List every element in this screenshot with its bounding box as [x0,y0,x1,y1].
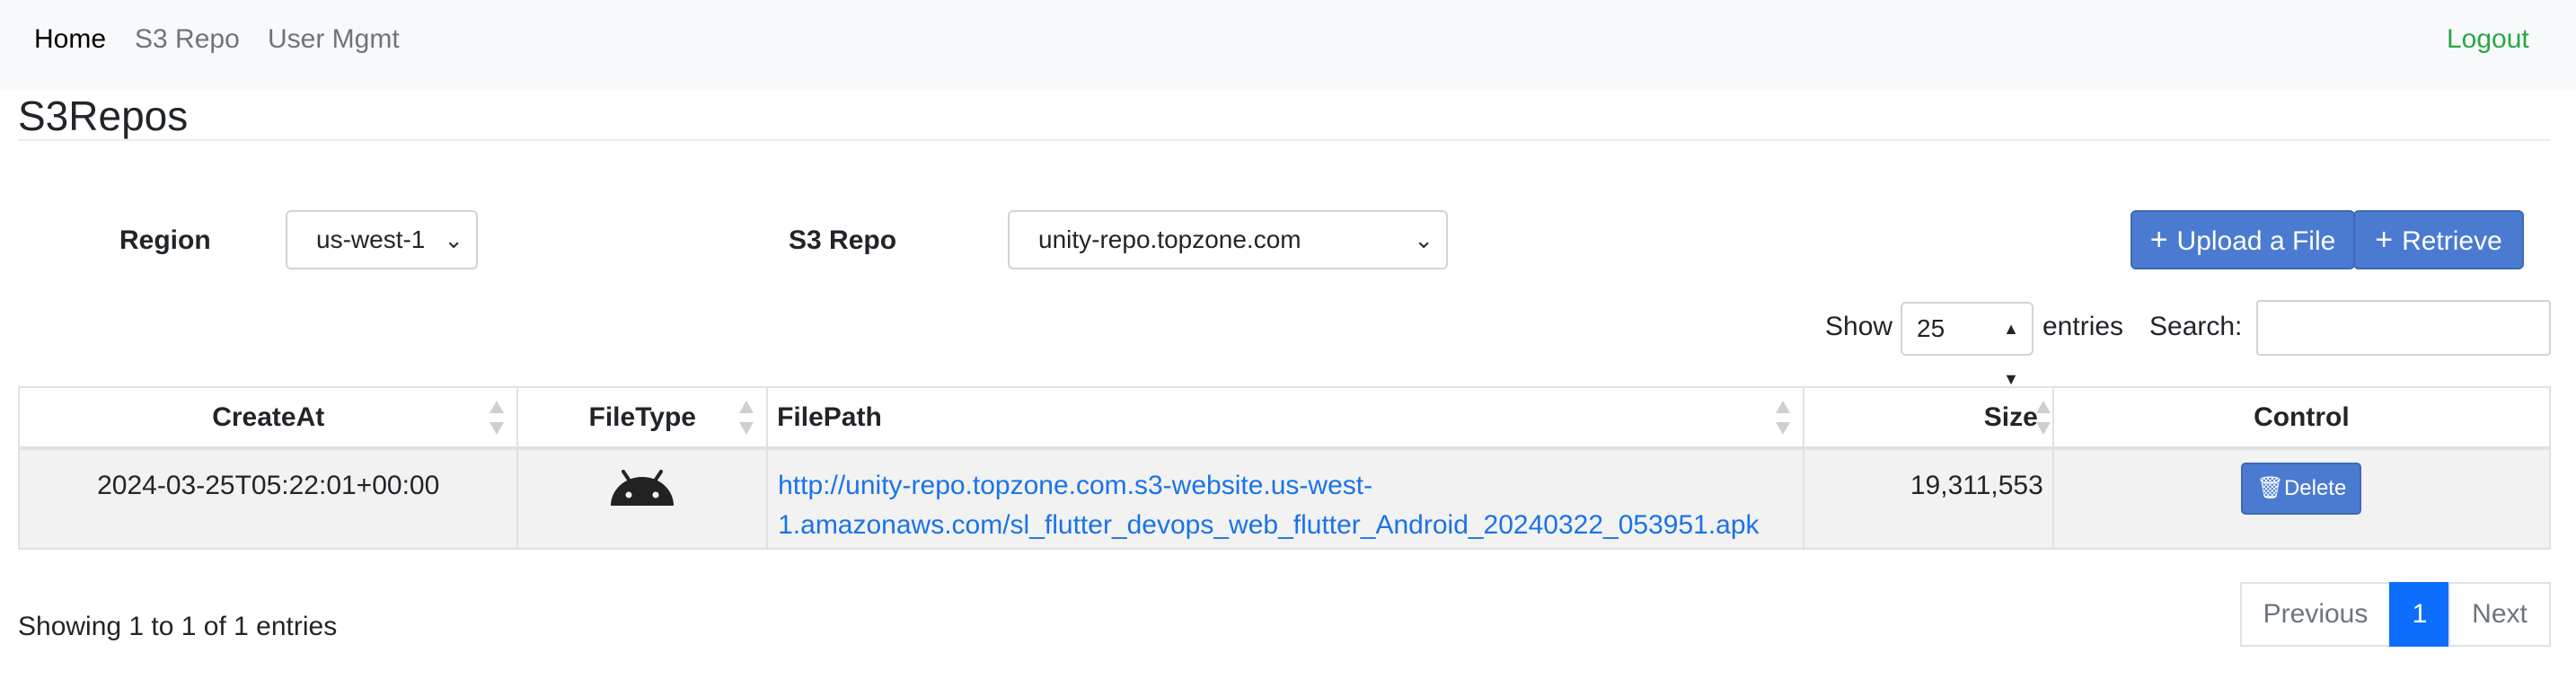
sort-icon [2035,401,2051,435]
nav-home[interactable]: Home [34,23,106,56]
cell-control: 🗑Delete [2051,447,2552,550]
nav-user-mgmt[interactable]: User Mgmt [268,23,400,56]
file-path-line1: http://unity-repo.topzone.com.s3-website… [778,471,1373,500]
sort-icon [490,401,505,435]
column-header-label: FileType [588,401,696,432]
upload-file-button[interactable]: + Upload a File [2130,210,2355,269]
delete-button[interactable]: 🗑Delete [2241,463,2362,515]
s3-repo-select-value: unity-repo.topzone.com [1038,225,1301,253]
search-input[interactable] [2256,300,2551,356]
s3-repo-label: S3 Repo [789,225,897,255]
file-path-link[interactable]: http://unity-repo.topzone.com.s3-website… [769,466,1802,545]
nav-s3-repo[interactable]: S3 Repo [135,23,240,56]
chevron-down-icon: ⌄ [444,226,463,253]
column-header-label: FilePath [777,401,882,432]
page-title: S3Repos [18,93,189,139]
pagination-page-1[interactable]: 1 [2389,582,2450,647]
cell-filetype [516,447,769,550]
title-divider [18,139,2551,141]
delete-label: Delete [2283,476,2347,500]
table-header-row: CreateAt FileType FilePath Size Control [17,386,2552,450]
entries-label: entries [2042,312,2124,341]
search-label: Search: [2149,312,2243,341]
sort-icon [1776,401,1791,435]
column-header-filepath[interactable]: FilePath [766,386,1805,450]
cell-size: 19,311,553 [1803,447,2054,550]
cell-createat: 2024-03-25T05:22:01+00:00 [17,447,519,550]
chevron-down-icon: ⌄ [1414,226,1434,253]
column-header-label: Size [1983,401,2038,432]
region-select[interactable]: us-west-1 ⌄ [286,210,478,269]
entries-per-page-value: 25 [1917,314,1945,342]
entries-per-page-select[interactable]: 25 ▲ ▼ [1901,302,2033,388]
column-header-createat[interactable]: CreateAt [17,386,519,450]
pagination-previous[interactable]: Previous [2240,582,2391,647]
logout-link[interactable]: Logout [2447,23,2529,56]
cell-filepath: http://unity-repo.topzone.com.s3-website… [766,447,1805,550]
s3-repo-select[interactable]: unity-repo.topzone.com ⌄ [1008,210,1448,269]
table-info: Showing 1 to 1 of 1 entries [18,612,338,641]
retrieve-label: Retrieve [2402,226,2502,256]
files-table: CreateAt FileType FilePath Size Control … [17,386,2552,550]
plus-icon: + [2375,223,2394,257]
column-header-filetype[interactable]: FileType [516,386,769,450]
column-header-label: CreateAt [212,401,325,432]
plus-icon: + [2149,223,2168,257]
trash-icon: 🗑 [2256,476,2284,500]
column-header-control: Control [2051,386,2552,450]
region-select-value: us-west-1 [316,225,426,253]
retrieve-button[interactable]: + Retrieve [2353,210,2524,269]
pagination-next[interactable]: Next [2448,582,2551,647]
navbar: Home S3 Repo User Mgmt Logout [0,0,2576,90]
android-icon [611,470,675,506]
show-label: Show [1825,312,1893,341]
table-row: 2024-03-25T05:22:01+00:00 http://unity-r… [17,447,2552,550]
file-path-line2: 1.amazonaws.com/sl_flutter_devops_web_fl… [778,510,1760,540]
upload-file-label: Upload a File [2176,226,2336,256]
sort-icon [739,401,754,435]
region-label: Region [119,225,211,255]
column-header-size[interactable]: Size [1803,386,2054,450]
column-header-label: Control [2254,401,2350,432]
